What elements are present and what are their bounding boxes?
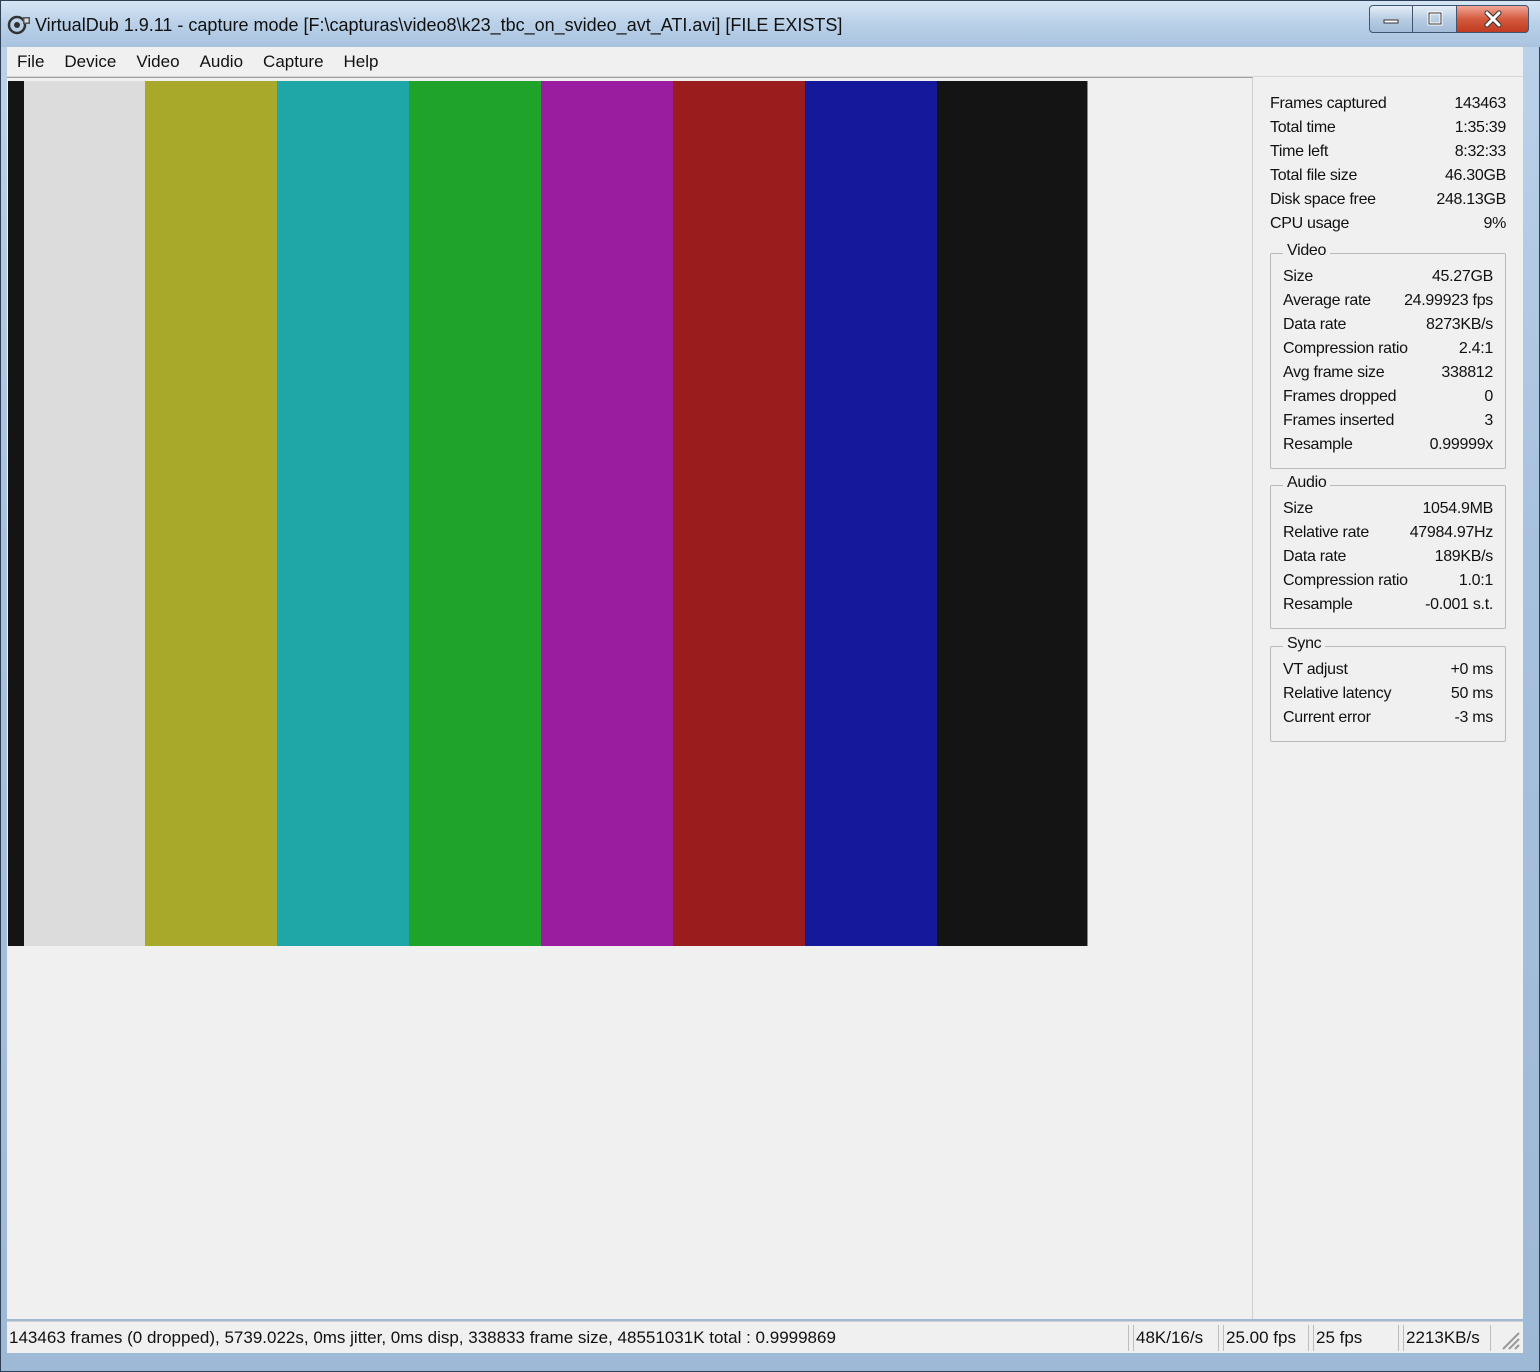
stat-cpu-usage: CPU usage 9% bbox=[1270, 215, 1506, 232]
video-data-rate: Data rate 8273KB/s bbox=[1283, 316, 1493, 333]
video-stats-group: Video Size 45.27GB Average rate 24.99923 f… bbox=[1270, 242, 1506, 469]
menu-video[interactable]: Video bbox=[126, 47, 189, 77]
sync-relative-latency: Relative latency 50 ms bbox=[1283, 685, 1493, 702]
audio-compression-ratio: Compression ratio 1.0:1 bbox=[1283, 572, 1493, 589]
video-frames-dropped: Frames dropped 0 bbox=[1283, 388, 1493, 405]
video-compression-ratio: Compression ratio 2.4:1 bbox=[1283, 340, 1493, 357]
status-audio-format: 48K/16/s bbox=[1133, 1325, 1219, 1351]
audio-size: Size 1054.9MB bbox=[1283, 500, 1493, 517]
audio-group-title: Audio bbox=[1283, 474, 1331, 492]
client-area: Frames captured 143463 Total time 1:35:39 … bbox=[7, 77, 1523, 1319]
sync-group-title: Sync bbox=[1283, 635, 1326, 653]
video-frames-inserted: Frames inserted 3 bbox=[1283, 412, 1493, 429]
color-bar-black bbox=[937, 81, 1087, 946]
color-bar-magenta bbox=[541, 81, 673, 946]
video-size: Size 45.27GB bbox=[1283, 268, 1493, 285]
color-bar-green bbox=[409, 81, 541, 946]
sync-current-error: Current error -3 ms bbox=[1283, 709, 1493, 726]
app-window: VirtualDub 1.9.11 - capture mode [F:\cap… bbox=[0, 0, 1540, 1372]
status-target-fps: 25 fps bbox=[1313, 1325, 1399, 1351]
color-bar-border bbox=[8, 81, 24, 946]
menu-capture[interactable]: Capture bbox=[253, 47, 333, 77]
color-bar-yellow bbox=[145, 81, 277, 946]
status-bar: 143463 frames (0 dropped), 5739.022s, 0m… bbox=[7, 1321, 1523, 1353]
menu-audio[interactable]: Audio bbox=[190, 47, 253, 77]
resize-grip-icon[interactable] bbox=[1499, 1329, 1521, 1351]
audio-stats-group: Audio Size 1054.9MB Relative rate 47984.97… bbox=[1270, 474, 1506, 629]
menu-help[interactable]: Help bbox=[334, 47, 389, 77]
color-bar-cyan bbox=[277, 81, 409, 946]
status-data-rate: 2213KB/s bbox=[1403, 1325, 1491, 1351]
minimize-icon bbox=[1383, 19, 1399, 24]
status-main: 143463 frames (0 dropped), 5739.022s, 0m… bbox=[7, 1325, 1129, 1351]
video-group-title: Video bbox=[1283, 242, 1331, 260]
stat-frames-captured: Frames captured 143463 bbox=[1270, 95, 1506, 112]
stat-disk-space-free: Disk space free 248.13GB bbox=[1270, 191, 1506, 208]
virtualdub-app-icon[interactable] bbox=[7, 13, 31, 37]
minimize-button[interactable] bbox=[1369, 5, 1413, 33]
audio-resample: Resample -0.001 s.t. bbox=[1283, 596, 1493, 613]
video-preview[interactable] bbox=[8, 81, 1088, 946]
audio-data-rate: Data rate 189KB/s bbox=[1283, 548, 1493, 565]
sync-stats-group: Sync VT adjust +0 ms Relative latency 50 m… bbox=[1270, 635, 1506, 742]
stat-time-left: Time left 8:32:33 bbox=[1270, 143, 1506, 160]
close-button[interactable] bbox=[1457, 5, 1529, 33]
video-resample: Resample 0.99999x bbox=[1283, 436, 1493, 453]
color-bar-white bbox=[24, 81, 145, 946]
video-average-rate: Average rate 24.99923 fps bbox=[1283, 292, 1493, 309]
preview-area[interactable] bbox=[7, 77, 1253, 1319]
menu-bar: File Device Video Audio Capture Help bbox=[7, 47, 1523, 77]
stat-total-time: Total time 1:35:39 bbox=[1270, 119, 1506, 136]
maximize-icon bbox=[1427, 11, 1442, 26]
caption-buttons bbox=[1369, 5, 1529, 33]
title-bar[interactable]: VirtualDub 1.9.11 - capture mode [F:\cap… bbox=[1, 1, 1540, 47]
audio-relative-rate: Relative rate 47984.97Hz bbox=[1283, 524, 1493, 541]
menu-device[interactable]: Device bbox=[54, 47, 126, 77]
color-bar-red bbox=[673, 81, 805, 946]
window-title: VirtualDub 1.9.11 - capture mode [F:\cap… bbox=[35, 15, 843, 35]
maximize-button[interactable] bbox=[1413, 5, 1457, 33]
color-bar-blue bbox=[805, 81, 937, 946]
status-actual-fps: 25.00 fps bbox=[1223, 1325, 1309, 1351]
stat-total-file-size: Total file size 46.30GB bbox=[1270, 167, 1506, 184]
sync-vt-adjust: VT adjust +0 ms bbox=[1283, 661, 1493, 678]
video-avg-frame-size: Avg frame size 338812 bbox=[1283, 364, 1493, 381]
capture-stats-panel: Frames captured 143463 Total time 1:35:39 … bbox=[1254, 77, 1523, 1319]
close-icon bbox=[1484, 10, 1501, 28]
menu-file[interactable]: File bbox=[7, 47, 54, 77]
